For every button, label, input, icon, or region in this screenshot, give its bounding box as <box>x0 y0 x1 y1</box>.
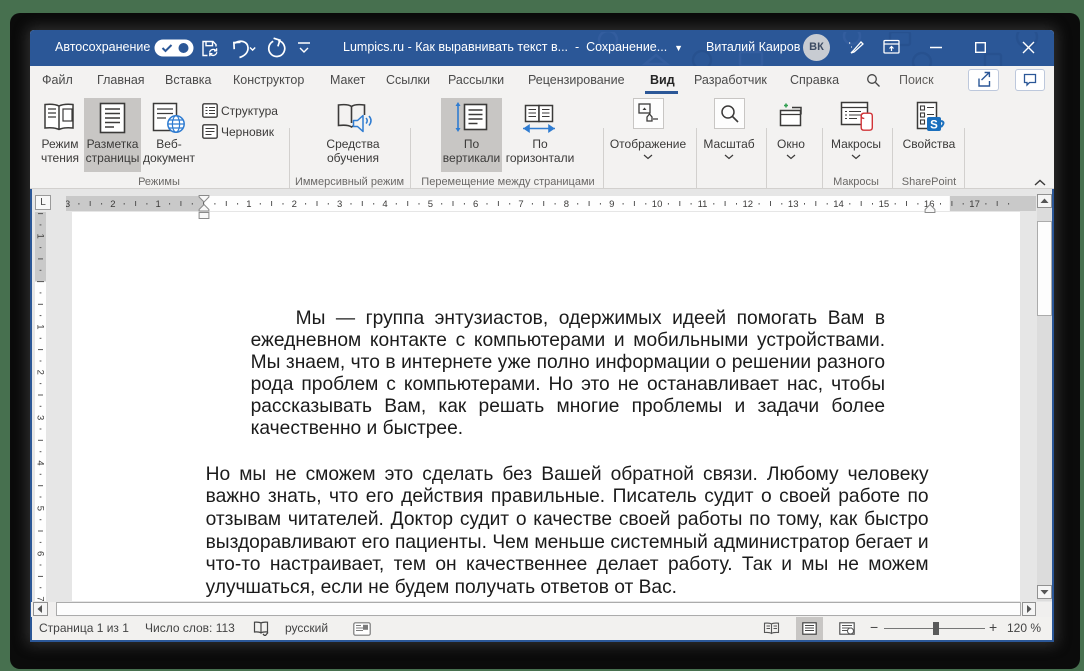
svg-text:6: 6 <box>473 199 478 210</box>
svg-text:5: 5 <box>428 199 433 210</box>
svg-text:3: 3 <box>337 199 342 210</box>
svg-text:1: 1 <box>246 199 251 210</box>
svg-text:7: 7 <box>35 596 45 601</box>
svg-text:5: 5 <box>35 506 45 511</box>
svg-text:13: 13 <box>788 199 799 210</box>
svg-text:S: S <box>930 120 938 132</box>
svg-text:17: 17 <box>969 199 980 210</box>
svg-text:7: 7 <box>518 199 523 210</box>
svg-text:3: 3 <box>35 415 45 420</box>
svg-text:15: 15 <box>879 199 890 210</box>
svg-text:8: 8 <box>564 199 569 210</box>
svg-text:3: 3 <box>66 199 70 210</box>
svg-text:2: 2 <box>110 199 115 210</box>
svg-text:10: 10 <box>652 199 663 210</box>
svg-text:2: 2 <box>35 370 45 375</box>
svg-text:11: 11 <box>698 199 708 210</box>
svg-text:14: 14 <box>833 199 844 210</box>
svg-text:9: 9 <box>609 199 614 210</box>
svg-text:6: 6 <box>35 551 45 556</box>
svg-text:1: 1 <box>35 234 45 239</box>
svg-text:2: 2 <box>292 199 297 210</box>
svg-text:1: 1 <box>156 199 161 210</box>
svg-text:4: 4 <box>35 460 45 465</box>
svg-text:1: 1 <box>35 324 45 329</box>
svg-text:12: 12 <box>743 199 754 210</box>
svg-text:4: 4 <box>382 199 387 210</box>
